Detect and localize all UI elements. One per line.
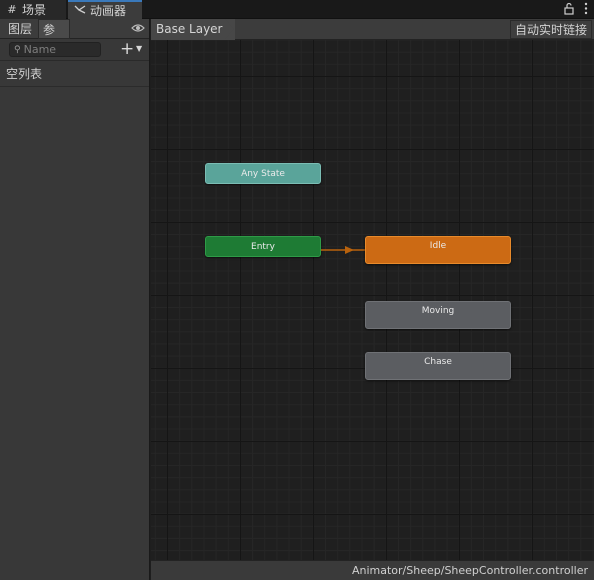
auto-live-link-button[interactable]: 自动实时链接 (509, 20, 592, 39)
search-icon: ⚲ (14, 44, 21, 55)
breadcrumb-base-layer[interactable]: Base Layer (151, 19, 235, 40)
tab-layers[interactable]: 图层 (4, 19, 37, 39)
state-node-label: Any State (241, 169, 285, 179)
state-node-idle[interactable]: Idle (365, 236, 511, 264)
parameter-search-box: ⚲ (9, 42, 101, 57)
state-node-entry[interactable]: Entry (205, 236, 321, 257)
tab-scene[interactable]: # 场景 (0, 0, 66, 19)
state-node-moving[interactable]: Moving (365, 301, 511, 329)
state-node-label: Moving (421, 306, 455, 316)
state-machine-graph[interactable]: Any State Entry Idle Moving Chase (151, 40, 594, 560)
window-tab-strip: # 场景 动画器 (0, 0, 594, 19)
plus-icon: + (120, 39, 135, 59)
parameters-panel: 图层 参数 ⚲ + ▼ 空列表 (0, 19, 150, 580)
state-node-label: Chase (424, 357, 452, 367)
parameter-search-input[interactable] (23, 43, 94, 56)
state-node-any-state[interactable]: Any State (205, 163, 321, 184)
animator-icon (74, 4, 86, 18)
parameter-search-row: ⚲ + ▼ (0, 39, 149, 61)
empty-list-label: 空列表 (0, 61, 149, 87)
add-parameter-button[interactable]: + ▼ (120, 39, 146, 59)
state-node-chase[interactable]: Chase (365, 352, 511, 380)
panel-subtabs: 图层 参数 (0, 19, 149, 57)
grid-icon: # (7, 3, 17, 16)
lock-icon[interactable] (564, 2, 574, 18)
controller-asset-path: Animator/Sheep/SheepController.controlle… (151, 560, 594, 580)
tab-parameters[interactable]: 参数 (38, 19, 70, 57)
graph-toolbar: Base Layer 自动实时链接 (151, 19, 594, 40)
state-node-label: Entry (251, 242, 275, 252)
chevron-down-icon: ▼ (136, 44, 143, 53)
more-vertical-icon[interactable] (584, 2, 588, 18)
tab-scene-label: 场景 (22, 3, 47, 17)
eye-icon[interactable] (131, 22, 145, 36)
window-tools (564, 2, 588, 18)
tab-animator[interactable]: 动画器 (68, 0, 142, 19)
transition-arrow-entry-to-idle[interactable] (321, 246, 365, 254)
state-node-label: Idle (429, 241, 447, 251)
animator-window: # 场景 动画器 图层 参数 ⚲ (0, 0, 594, 580)
breadcrumb-arrow (225, 19, 234, 39)
tab-animator-label: 动画器 (90, 4, 127, 18)
